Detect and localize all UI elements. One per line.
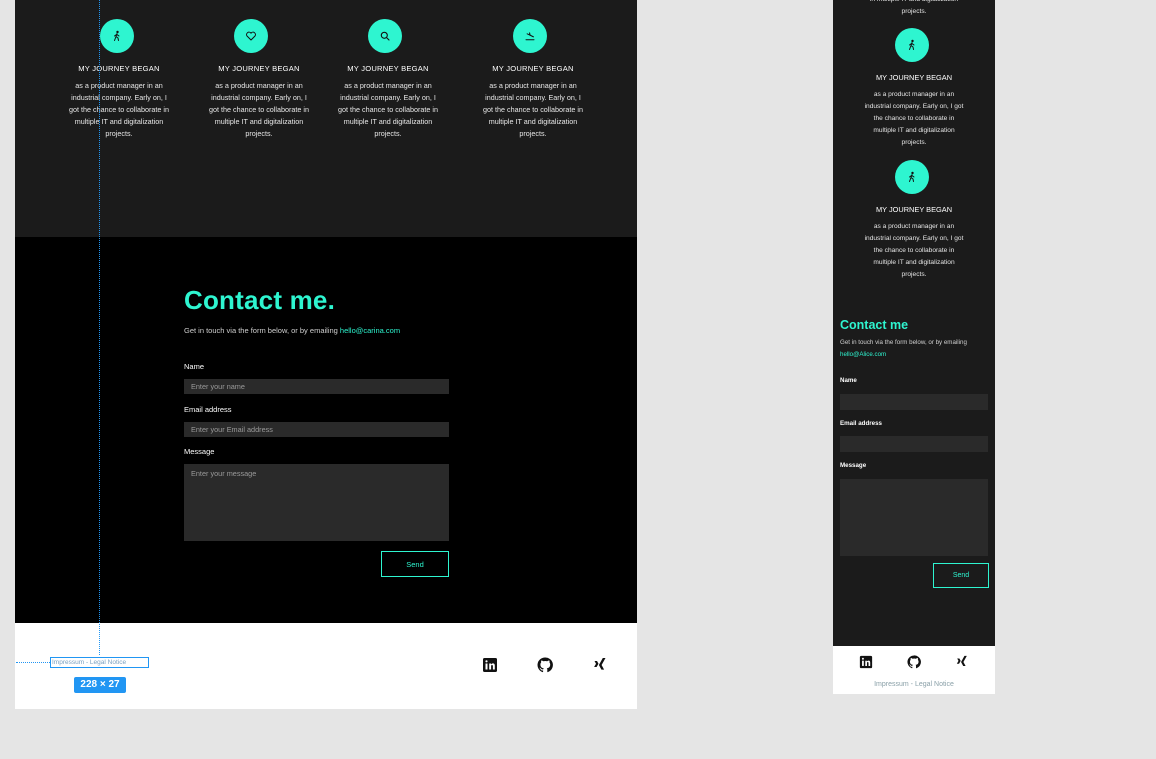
email-input[interactable] [184,422,449,437]
contact-subtitle: Get in touch via the form below, or by e… [840,337,990,361]
contact-title: Contact me. [184,285,336,315]
contact-email-link[interactable]: hello@Alice.com [840,351,886,358]
linkedin-icon[interactable] [482,657,498,673]
contact-email-link[interactable]: hello@carina.com [340,326,400,335]
journey-title: MY JOURNEY BEGAN [78,64,160,73]
message-textarea[interactable] [184,464,449,541]
linkedin-icon[interactable] [859,655,873,669]
contact-subtitle-text: Get in touch via the form below, or by e… [184,326,340,335]
plane-landing-icon [513,19,547,53]
guide-line-vertical [99,0,100,655]
mobile-contact-section: Contact me Get in touch via the form bel… [833,300,995,646]
xing-icon[interactable] [955,655,969,669]
journey-description: as a product manager in an industrial co… [864,91,964,146]
mobile-frame: in multiple IT and digitalization projec… [833,0,995,694]
journey-title: MY JOURNEY BEGAN [875,73,953,82]
guide-line-horizontal [16,662,50,663]
legal-notice-link[interactable]: Impressum - Legal Notice [833,681,995,688]
name-input[interactable] [840,394,988,410]
journey-description: as a product manager in an industrial co… [69,81,169,138]
legal-notice-link[interactable]: Impressum - Legal Notice [50,657,149,668]
message-label: Message [840,462,867,469]
journey-description: as a product manager in an industrial co… [483,81,583,138]
send-button[interactable]: Send [381,551,449,577]
send-button[interactable]: Send [933,563,989,588]
desktop-frame: MY JOURNEY BEGAN as a product manager in… [15,0,637,709]
contact-subtitle-text: Get in touch via the form below, or by e… [840,339,967,346]
journey-title: MY JOURNEY BEGAN [218,64,300,73]
mobile-journey-section: in multiple IT and digitalization projec… [833,0,995,300]
journey-description: as a product manager in an industrial co… [338,81,438,138]
journey-section: MY JOURNEY BEGAN as a product manager in… [15,0,637,237]
size-badge: 228 × 27 [74,677,126,693]
search-icon [368,19,402,53]
message-textarea[interactable] [840,479,988,556]
contact-title: Contact me [840,318,909,332]
email-label: Email address [840,420,882,427]
github-icon[interactable] [537,657,553,673]
journey-description: as a product manager in an industrial co… [209,81,309,138]
message-label: Message [184,447,215,456]
email-label: Email address [184,405,232,414]
xing-icon[interactable] [592,657,608,673]
journey-title: MY JOURNEY BEGAN [492,64,574,73]
email-input[interactable] [840,436,988,452]
heart-icon [234,19,268,53]
journey-description: as a product manager in an industrial co… [864,223,964,278]
contact-subtitle: Get in touch via the form below, or by e… [184,326,400,335]
contact-section: Contact me. Get in touch via the form be… [15,237,637,623]
person-walking-icon [895,28,929,62]
person-walking-icon [895,160,929,194]
journey-title: MY JOURNEY BEGAN [875,205,953,214]
name-label: Name [184,362,205,371]
person-walking-icon [100,19,134,53]
journey-description-partial: in multiple IT and digitalization projec… [870,0,958,15]
name-label: Name [840,377,857,384]
name-input[interactable] [184,379,449,394]
journey-title: MY JOURNEY BEGAN [347,64,429,73]
github-icon[interactable] [907,655,921,669]
mobile-footer: Impressum - Legal Notice [833,646,995,694]
